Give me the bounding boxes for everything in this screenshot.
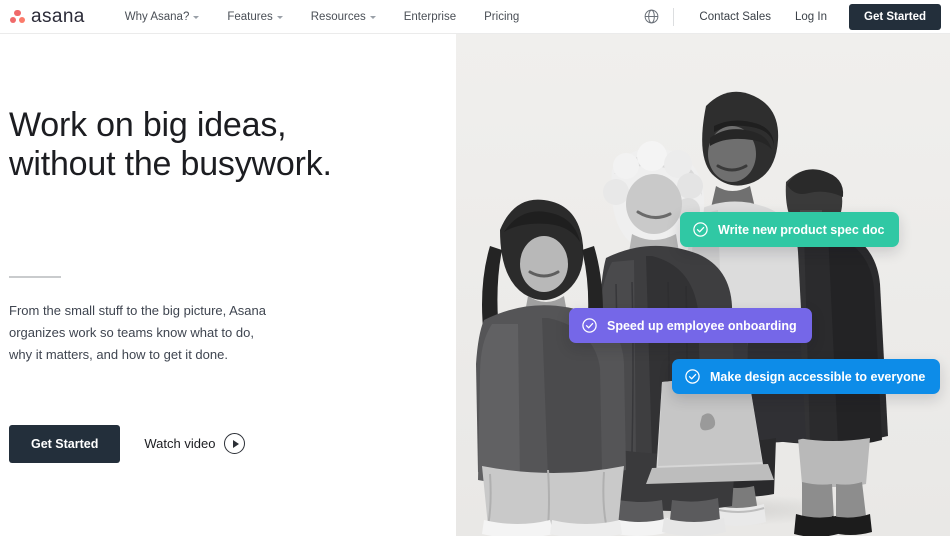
watch-video-label: Watch video <box>144 436 216 452</box>
headline-line-2: without the busywork. <box>9 144 332 183</box>
check-circle-icon <box>582 318 597 333</box>
nav-item-enterprise[interactable]: Enterprise <box>390 11 470 23</box>
contact-sales-link[interactable]: Contact Sales <box>687 11 783 23</box>
nav-item-resources[interactable]: Resources <box>297 11 390 23</box>
globe-icon[interactable] <box>643 8 660 25</box>
check-circle-icon <box>693 222 708 237</box>
chevron-down-icon <box>369 16 376 19</box>
hero-copy-panel: Work on big ideas, without the busywork.… <box>0 34 456 536</box>
headline-line-1: Work on big ideas, <box>9 106 287 144</box>
nav-item-features[interactable]: Features <box>213 11 296 23</box>
log-in-link[interactable]: Log In <box>783 11 839 23</box>
nav-item-label: Pricing <box>484 10 520 23</box>
hero-cta-row: Get Started Watch video <box>9 424 456 463</box>
play-circle-icon <box>224 433 246 455</box>
hero-get-started-button[interactable]: Get Started <box>9 424 121 463</box>
watch-video-button[interactable]: Watch video <box>144 433 246 455</box>
hero-description-line-1: From the small stuff to the big picture,… <box>9 302 266 318</box>
check-circle-icon <box>685 369 700 384</box>
top-navigation-bar: asana Why Asana? Features Resources Ente… <box>0 0 950 34</box>
task-pill-employee-onboarding[interactable]: Speed up employee onboarding <box>569 308 812 343</box>
task-pill-label: Write new product spec doc <box>718 222 885 237</box>
nav-right-group: Contact Sales Log In Get Started <box>643 3 941 30</box>
hero-image-panel: Write new product spec doc Speed up empl… <box>456 34 950 536</box>
hero-description-line-2: organizes work so teams know what to do, <box>9 324 254 340</box>
nav-item-label: Resources <box>310 10 366 23</box>
hero-description-line-3: why it matters, and how to get it done. <box>9 347 228 363</box>
nav-item-label: Enterprise <box>403 10 457 23</box>
nav-get-started-button[interactable]: Get Started <box>849 3 941 30</box>
nav-item-label: Features <box>227 10 273 23</box>
nav-item-pricing[interactable]: Pricing <box>470 11 533 23</box>
hero-description: From the small stuff to the big picture,… <box>9 300 456 367</box>
logo-wordmark: asana <box>31 6 85 27</box>
task-pill-label: Speed up employee onboarding <box>607 318 797 333</box>
primary-nav-links: Why Asana? Features Resources Enterprise… <box>111 11 534 23</box>
task-pill-design-accessible[interactable]: Make design accessible to everyone <box>672 359 941 394</box>
nav-item-label: Why Asana? <box>124 10 190 23</box>
chevron-down-icon <box>276 16 283 19</box>
page-title: Work on big ideas, without the busywork. <box>9 106 456 184</box>
landing-page: asana Why Asana? Features Resources Ente… <box>0 0 950 536</box>
asana-logo[interactable]: asana <box>9 7 85 26</box>
nav-divider <box>673 7 675 26</box>
task-pill-write-spec-doc[interactable]: Write new product spec doc <box>680 212 900 247</box>
task-pill-label: Make design accessible to everyone <box>710 369 926 384</box>
chevron-down-icon <box>193 16 200 19</box>
asana-dots-logo-icon <box>9 9 26 24</box>
nav-item-why-asana[interactable]: Why Asana? <box>111 11 214 23</box>
hero-divider <box>9 275 61 278</box>
team-photo <box>456 34 950 536</box>
